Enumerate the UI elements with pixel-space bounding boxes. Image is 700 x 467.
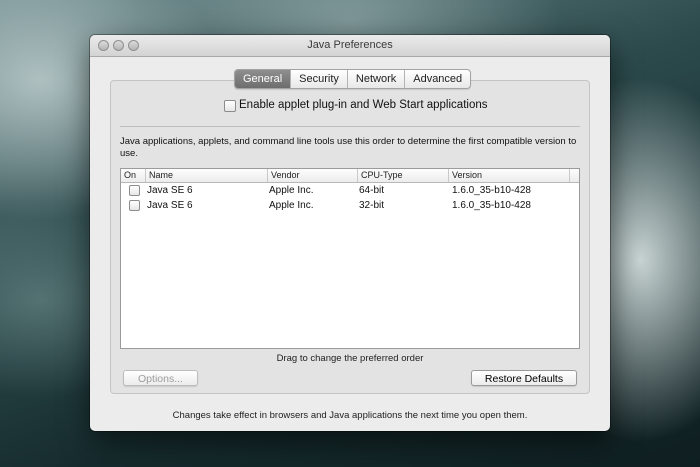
row-enabled-checkbox[interactable]	[129, 185, 140, 196]
title-bar[interactable]: Java Preferences	[90, 35, 610, 57]
row-vendor: Apple Inc.	[269, 200, 314, 211]
row-cpu-type: 32-bit	[359, 200, 385, 211]
row-enabled-checkbox[interactable]	[129, 200, 140, 211]
row-version: 1.6.0_35-b10-428	[452, 200, 531, 211]
tab-advanced[interactable]: Advanced	[404, 70, 470, 88]
options-button[interactable]: Options...	[123, 370, 198, 386]
column-header-on[interactable]: On	[121, 169, 145, 182]
column-header-version[interactable]: Version	[448, 169, 569, 182]
restore-defaults-button[interactable]: Restore Defaults	[471, 370, 577, 386]
java-preferences-window: Java Preferences General Security Networ…	[90, 35, 610, 431]
column-header-cpu-type[interactable]: CPU-Type	[357, 169, 448, 182]
enable-applet-checkbox[interactable]	[224, 100, 236, 112]
table-row[interactable]: Java SE 6 Apple Inc. 32-bit 1.6.0_35-b10…	[121, 199, 579, 212]
row-name: Java SE 6	[147, 185, 193, 196]
window-title: Java Preferences	[307, 39, 393, 51]
tab-security[interactable]: Security	[290, 70, 347, 88]
row-vendor: Apple Inc.	[269, 185, 314, 196]
version-order-description: Java applications, applets, and command …	[120, 136, 577, 159]
java-versions-table: On Name Vendor CPU-Type Version Java SE …	[120, 168, 580, 349]
row-version: 1.6.0_35-b10-428	[452, 185, 531, 196]
drag-order-hint: Drag to change the preferred order	[276, 353, 424, 364]
footer-note: Changes take effect in browsers and Java…	[172, 410, 528, 421]
tab-bar: General Security Network Advanced	[234, 69, 472, 89]
table-row[interactable]: Java SE 6 Apple Inc. 64-bit 1.6.0_35-b10…	[121, 184, 579, 197]
column-header-vendor[interactable]: Vendor	[267, 169, 357, 182]
section-divider	[120, 126, 580, 127]
table-header: On Name Vendor CPU-Type Version	[121, 169, 579, 183]
row-name: Java SE 6	[147, 200, 193, 211]
enable-applet-label: Enable applet plug-in and Web Start appl…	[239, 99, 488, 111]
tab-network[interactable]: Network	[346, 70, 404, 88]
tab-general[interactable]: General	[235, 70, 291, 88]
column-header-name[interactable]: Name	[145, 169, 267, 182]
column-header-spacer	[569, 169, 579, 182]
row-cpu-type: 64-bit	[359, 185, 385, 196]
